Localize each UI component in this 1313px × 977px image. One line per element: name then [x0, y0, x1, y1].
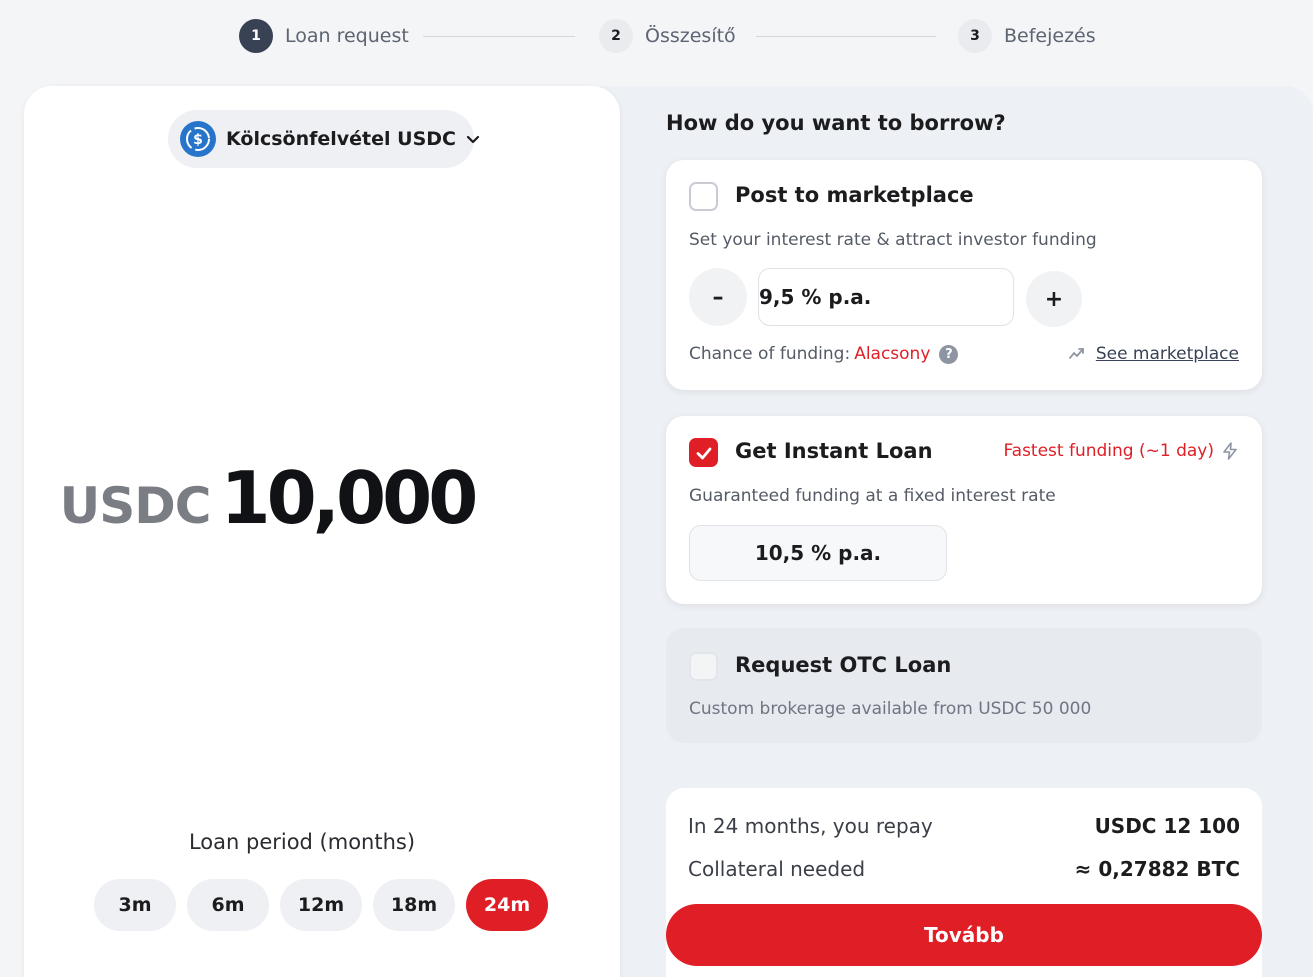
- step-loan-request: 1 Loan request: [239, 18, 409, 54]
- interest-rate-input[interactable]: [758, 268, 1014, 326]
- otc-loan-option-card: Request OTC Loan Custom brokerage availa…: [666, 628, 1262, 743]
- step-connector: [756, 36, 936, 37]
- instant-loan-description: Guaranteed funding at a fixed interest r…: [689, 486, 1056, 506]
- repay-value: USDC 12 100: [1094, 814, 1240, 838]
- otc-loan-description: Custom brokerage available from USDC 50 …: [689, 699, 1092, 719]
- amount-currency: USDC: [59, 477, 212, 535]
- step-label: Befejezés: [1004, 25, 1096, 47]
- continue-button[interactable]: Tovább: [666, 904, 1262, 966]
- collateral-label: Collateral needed: [688, 857, 866, 881]
- instant-loan-checkbox[interactable]: [689, 438, 718, 467]
- step-label: Összesítő: [645, 25, 736, 47]
- collateral-value: ≈ 0,27882 BTC: [1074, 857, 1240, 881]
- otc-loan-checkbox[interactable]: [689, 652, 718, 681]
- fixed-interest-rate: 10,5 % p.a.: [689, 525, 947, 581]
- step-finish: 3 Befejezés: [958, 18, 1096, 54]
- marketplace-checkbox[interactable]: [689, 182, 718, 211]
- funding-chance: Chance of funding: Alacsony ?: [689, 344, 959, 364]
- check-icon: [696, 447, 711, 459]
- loan-amount-card: $ Kölcsönfelvétel USDC USDC 10,000 Loan …: [24, 86, 620, 977]
- step-number: 2: [599, 19, 633, 53]
- trend-chart-icon: [1068, 345, 1086, 363]
- period-24m-button[interactable]: 24m: [466, 879, 548, 931]
- step-number: 1: [239, 19, 273, 53]
- borrow-method-heading: How do you want to borrow?: [666, 111, 1006, 135]
- loan-amount-display: USDC 10,000: [24, 456, 620, 556]
- help-icon[interactable]: ?: [939, 344, 959, 364]
- asset-label: Kölcsönfelvétel USDC: [226, 128, 456, 150]
- period-18m-button[interactable]: 18m: [373, 879, 455, 931]
- marketplace-title: Post to marketplace: [735, 183, 974, 207]
- chevron-down-icon: [466, 131, 480, 147]
- see-marketplace-label: See marketplace: [1095, 344, 1239, 364]
- amount-value[interactable]: 10,000: [220, 456, 478, 540]
- fastest-funding-label: Fastest funding (~1 day): [1003, 441, 1214, 461]
- marketplace-description: Set your interest rate & attract investo…: [689, 230, 1097, 250]
- progress-stepper: 1 Loan request 2 Összesítő 3 Befejezés: [0, 0, 1313, 72]
- step-number: 3: [958, 19, 992, 53]
- collateral-row: Collateral needed ≈ 0,27882 BTC: [688, 857, 1240, 881]
- step-connector: [423, 36, 575, 37]
- svg-text:$: $: [193, 132, 203, 148]
- fastest-funding-badge: Fastest funding (~1 day): [1003, 441, 1240, 461]
- period-3m-button[interactable]: 3m: [94, 879, 176, 931]
- instant-loan-title: Get Instant Loan: [735, 439, 933, 463]
- rate-increase-button[interactable]: +: [1026, 271, 1082, 327]
- marketplace-option-card: Post to marketplace Set your interest ra…: [666, 160, 1262, 390]
- repay-row: In 24 months, you repay USDC 12 100: [688, 814, 1240, 838]
- lightning-icon: [1220, 441, 1240, 461]
- usdc-icon: $: [180, 121, 216, 157]
- rate-decrease-button[interactable]: –: [689, 268, 747, 326]
- asset-selector[interactable]: $ Kölcsönfelvétel USDC: [168, 110, 480, 168]
- loan-period-label: Loan period (months): [188, 830, 416, 854]
- repay-label: In 24 months, you repay: [688, 814, 933, 838]
- step-summary: 2 Összesítő: [599, 18, 736, 54]
- period-6m-button[interactable]: 6m: [187, 879, 269, 931]
- funding-chance-label: Chance of funding:: [689, 344, 851, 364]
- see-marketplace-link[interactable]: See marketplace: [1068, 344, 1239, 364]
- period-12m-button[interactable]: 12m: [280, 879, 362, 931]
- instant-loan-option-card: Get Instant Loan Fastest funding (~1 day…: [666, 416, 1262, 604]
- funding-chance-value: Alacsony: [854, 344, 931, 364]
- loan-period-options: 3m 6m 12m 18m 24m: [94, 879, 548, 931]
- step-label: Loan request: [285, 25, 409, 47]
- otc-loan-title: Request OTC Loan: [735, 653, 952, 677]
